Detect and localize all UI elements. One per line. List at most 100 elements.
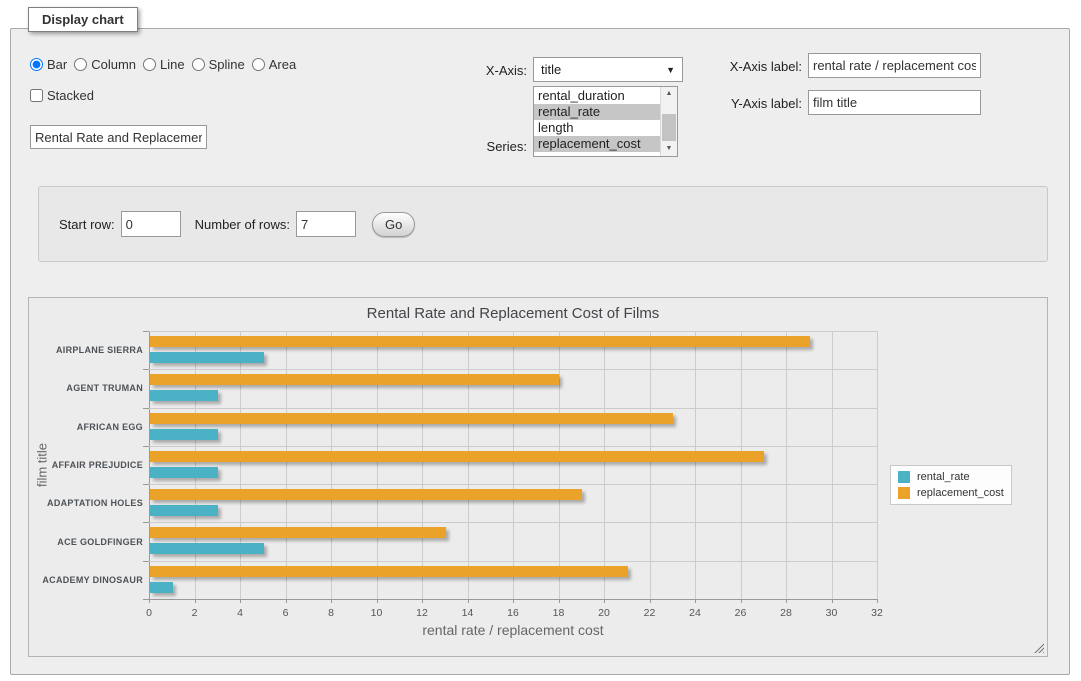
x-axis-tick [877,599,878,603]
x-axis-tick-label: 0 [146,607,152,619]
stacked-label[interactable]: Stacked [47,88,94,103]
gridline-horizontal [149,561,877,562]
x-axis-tick-label: 20 [598,607,610,619]
start-row-label: Start row: [59,217,115,232]
series-options: rental_durationrental_ratelengthreplacem… [534,87,660,156]
chart-type-radio-spline[interactable] [192,58,205,71]
gridline-horizontal [149,369,877,370]
x-axis-tick-label: 2 [192,607,198,619]
x-axis-tick-label: 30 [826,607,838,619]
chart-legend: rental_rate replacement_cost [890,465,1012,505]
legend-swatch-icon [898,487,910,499]
x-axis-tick-label: 4 [237,607,243,619]
series-option-rental_rate[interactable]: rental_rate [534,104,660,120]
resize-grip-icon[interactable] [1033,642,1044,653]
go-button[interactable]: Go [372,212,415,237]
x-axis-tick-label: 16 [507,607,519,619]
bar-replacement_cost [150,374,559,385]
y-axis-tick [143,484,149,485]
bar-replacement_cost [150,527,446,538]
series-listbox[interactable]: rental_durationrental_ratelengthreplacem… [533,86,678,157]
gridline-vertical [377,331,378,599]
x-axis-tick-label: 24 [689,607,701,619]
gridline-horizontal [149,522,877,523]
chart-type-radio-area[interactable] [252,58,265,71]
gridline-horizontal [149,484,877,485]
x-axis-select[interactable]: title ▼ [533,57,683,82]
y-axis-tick [143,599,149,600]
y-axis-tick [143,522,149,523]
chart-type-radio-line[interactable] [143,58,156,71]
chart-type-radio-bar[interactable] [30,58,43,71]
x-axis-selected-value: title [541,62,561,77]
bar-rental_rate [150,505,218,516]
x-axis-tick-label: 28 [780,607,792,619]
fieldset-legend: Display chart [28,7,138,32]
gridline-vertical [240,331,241,599]
category-label: AGENT TRUMAN [23,383,143,393]
bar-rental_rate [150,467,218,478]
x-axis-label-input[interactable] [808,53,981,78]
x-axis-tick-label: 8 [328,607,334,619]
x-axis-tick-label: 14 [462,607,474,619]
x-axis-tick-label: 6 [283,607,289,619]
legend-swatch-icon [898,471,910,483]
chart-type-spline[interactable]: Spline [192,57,245,72]
scroll-up-icon[interactable]: ▲ [661,87,677,101]
rows-controls: Start row: Number of rows: Go [59,211,415,237]
chart-type-area[interactable]: Area [252,57,296,72]
scrollbar-thumb[interactable] [662,114,676,141]
legend-label: replacement_cost [917,487,1004,499]
page: { "form": { "legend": "Display chart", "… [0,0,1081,681]
start-row-input[interactable] [121,211,181,237]
y-axis-label-input[interactable] [808,90,981,115]
bar-rental_rate [150,429,218,440]
chart-type-line[interactable]: Line [143,57,185,72]
stacked-checkbox[interactable] [30,89,43,102]
bar-replacement_cost [150,413,673,424]
x-axis-tick-label: 32 [871,607,883,619]
series-option-length[interactable]: length [534,120,660,136]
num-rows-input[interactable] [296,211,356,237]
chart-type-bar[interactable]: Bar [30,57,67,72]
gridline-vertical [195,331,196,599]
gridline-vertical [786,331,787,599]
series-option-rental_duration[interactable]: rental_duration [534,88,660,104]
bar-replacement_cost [150,566,628,577]
gridline-horizontal [149,408,877,409]
bar-replacement_cost [150,451,764,462]
chart-type-column[interactable]: Column [74,57,136,72]
y-axis-tick [143,446,149,447]
x-axis-label-label: X-Axis label: [700,59,802,74]
category-label: AFRICAN EGG [23,422,143,432]
chart-type-radio-column[interactable] [74,58,87,71]
x-axis-tick-label: 22 [644,607,656,619]
rows-panel: Start row: Number of rows: Go [38,186,1048,262]
bar-rental_rate [150,582,173,593]
gridline-vertical [695,331,696,599]
series-label: Series: [437,139,527,154]
gridline-vertical [149,331,150,599]
bar-rental_rate [150,390,218,401]
gridline-vertical [559,331,560,599]
chart-title-input[interactable] [30,125,207,149]
series-scrollbar[interactable]: ▲ ▼ [660,87,677,156]
gridline-vertical [832,331,833,599]
x-axis-tick-label: 10 [371,607,383,619]
gridline-vertical [604,331,605,599]
series-option-replacement_cost[interactable]: replacement_cost [534,136,660,152]
x-axis-tick-label: 12 [416,607,428,619]
y-axis-tick [143,331,149,332]
x-axis-select-label: X-Axis: [437,63,527,78]
gridline-vertical [650,331,651,599]
legend-item-replacement_cost: replacement_cost [898,487,1004,499]
scroll-down-icon[interactable]: ▼ [661,142,677,156]
stacked-row[interactable]: Stacked [30,88,94,103]
chart-type-radios: Bar Column Line Spline Area [30,57,303,72]
category-label: ACADEMY DINOSAUR [23,575,143,585]
gridline-horizontal [149,331,877,332]
legend-item-rental_rate: rental_rate [898,471,1004,483]
bar-rental_rate [150,352,264,363]
y-axis-tick [143,561,149,562]
chevron-down-icon: ▼ [666,65,675,75]
